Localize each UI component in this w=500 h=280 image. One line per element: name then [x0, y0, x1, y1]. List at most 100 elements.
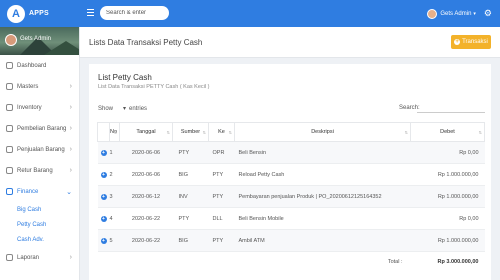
chevron-right-icon: ›	[69, 104, 72, 111]
petty-cash-table: No ⇅ Tanggal ⇅ Sumber ⇅ Ke ⇅ Deskripsi ⇅ Debe…	[97, 122, 485, 272]
cell-no: 3	[109, 185, 120, 208]
sidebar-subitem-cash-adv[interactable]: Cash Adv.	[0, 232, 79, 247]
show-label: Show	[98, 105, 114, 112]
cell-no: 5	[109, 229, 120, 252]
sidebar-subitem-big-cash[interactable]: Big Cash	[0, 202, 79, 217]
sidebar-item-dashboard[interactable]: Dashboard	[0, 55, 79, 76]
table-search-input[interactable]	[417, 112, 485, 113]
sidebar-item-masters[interactable]: Masters ›	[0, 76, 79, 97]
report-icon	[6, 254, 13, 261]
profile-name: Gets Admin	[20, 36, 52, 42]
cell-deskripsi: Pembayaran penjualan Produk | PO_2020061…	[234, 185, 411, 208]
cell-deskripsi: Ambil ATM	[234, 229, 411, 252]
table-row[interactable]: + 4 2020-06-22 PTY DLL Beli Bensin Mobil…	[97, 207, 485, 230]
cell-tanggal: 2020-06-06	[119, 141, 173, 164]
card-title: List Petty Cash	[98, 73, 152, 82]
col-debet[interactable]: Debet ⇅	[410, 122, 485, 142]
petty-cash-card: List Petty Cash List Data Transaksi PETT…	[89, 64, 491, 280]
col-label: Debet	[440, 129, 455, 135]
entries-length-control: Show ▾ entries	[98, 105, 147, 113]
col-label: Ke	[218, 129, 225, 135]
top-navbar: A APPS Gets Admin ▾ ⚙	[0, 0, 500, 27]
chevron-down-icon: ⌄	[66, 188, 72, 196]
total-row: Total : Rp 3.000.000,00	[98, 252, 485, 272]
cell-debet: Rp 1.000.000,00	[410, 163, 485, 186]
table-row[interactable]: + 2 2020-06-06 BIG PTY Reload Petty Cash…	[97, 163, 485, 186]
expand-row-icon[interactable]: +	[100, 193, 107, 200]
col-tanggal[interactable]: Tanggal ⇅	[119, 122, 173, 142]
profile-avatar	[5, 34, 17, 46]
expand-row-icon[interactable]: +	[100, 237, 107, 244]
cell-deskripsi: Reload Petty Cash	[234, 163, 411, 186]
sort-icon: ⇅	[404, 130, 408, 135]
col-control	[97, 122, 110, 142]
sidebar-item-laporan[interactable]: Laporan ›	[0, 247, 79, 268]
cell-debet: Rp 0,00	[410, 141, 485, 164]
sidebar-menu: Dashboard Masters › Inventory › Pembelian …	[0, 55, 79, 202]
chevron-down-icon: ▾	[473, 10, 476, 17]
sidebar-item-penjualan[interactable]: Penjualan Barang ›	[0, 139, 79, 160]
brand-name: APPS	[29, 10, 49, 17]
sidebar-item-pembelian[interactable]: Pembelian Barang ›	[0, 118, 79, 139]
user-avatar	[427, 8, 438, 19]
sidebar: Gets Admin Dashboard Masters › Inventory ›…	[0, 27, 80, 280]
expand-row-icon[interactable]: +	[100, 149, 107, 156]
cell-no: 2	[109, 163, 120, 186]
search-input[interactable]	[100, 6, 169, 20]
hamburger-menu-icon[interactable]	[87, 9, 94, 17]
brand[interactable]: A APPS	[0, 0, 80, 27]
col-label: Tanggal	[136, 129, 156, 135]
sort-icon: ⇅	[113, 130, 117, 135]
finance-icon	[6, 188, 13, 195]
cell-deskripsi: Beli Bensin	[234, 141, 411, 164]
return-icon	[6, 167, 13, 174]
cell-debet: Rp 0,00	[410, 207, 485, 230]
expand-row-icon[interactable]: +	[100, 215, 107, 222]
expand-row-icon[interactable]: +	[100, 171, 107, 178]
sidebar-item-label: Penjualan Barang	[17, 146, 65, 153]
add-transaction-button[interactable]: + Transaksi	[451, 35, 491, 49]
col-ke[interactable]: Ke ⇅	[208, 122, 235, 142]
cell-no: 4	[109, 207, 120, 230]
cell-tanggal: 2020-06-22	[119, 229, 173, 252]
entries-select[interactable]: ▾	[123, 105, 126, 112]
sidebar-item-retur[interactable]: Retur Barang ›	[0, 160, 79, 181]
col-sumber[interactable]: Sumber ⇅	[172, 122, 209, 142]
cell-tanggal: 2020-06-12	[119, 185, 173, 208]
table-row[interactable]: + 5 2020-06-22 BIG PTY Ambil ATM Rp 1.00…	[97, 229, 485, 252]
cell-tanggal: 2020-06-22	[119, 207, 173, 230]
sidebar-item-label: Laporan	[17, 254, 40, 261]
chevron-right-icon: ›	[69, 146, 72, 153]
table-row[interactable]: + 3 2020-06-12 INV PTY Pembayaran penjua…	[97, 185, 485, 208]
sort-icon: ⇅	[228, 130, 232, 135]
cell-ke: OPR	[208, 141, 235, 164]
gear-icon[interactable]: ⚙	[484, 8, 492, 19]
chevron-right-icon: ›	[69, 125, 72, 132]
card-subtitle: List Data Transaksi PETTY Cash ( Kas Kec…	[98, 84, 210, 90]
cell-sumber: BIG	[172, 229, 209, 252]
total-value: Rp 3.000.000,00	[437, 258, 479, 265]
sidebar-menu-bottom: Laporan ›	[0, 247, 79, 268]
col-label: Deskripsi	[311, 129, 334, 135]
cell-no: 1	[109, 141, 120, 164]
dashboard-icon	[6, 62, 13, 69]
inventory-icon	[6, 104, 13, 111]
cell-ke: DLL	[208, 207, 235, 230]
user-menu[interactable]: Gets Admin ▾ ⚙	[427, 0, 492, 27]
col-no[interactable]: No ⇅	[109, 122, 120, 142]
sidebar-item-inventory[interactable]: Inventory ›	[0, 97, 79, 118]
sidebar-item-finance[interactable]: Finance ⌄	[0, 181, 79, 202]
col-deskripsi[interactable]: Deskripsi ⇅	[234, 122, 411, 142]
sidebar-item-label: Retur Barang	[17, 167, 53, 174]
sort-icon: ⇅	[166, 130, 170, 135]
sidebar-subitem-petty-cash[interactable]: Petty Cash	[0, 217, 79, 232]
table-row[interactable]: + 1 2020-06-06 PTY OPR Beli Bensin Rp 0,…	[97, 141, 485, 164]
cell-deskripsi: Beli Bensin Mobile	[234, 207, 411, 230]
page-header: Lists Data Transaksi Petty Cash + Transa…	[80, 27, 500, 58]
table-search-label: Search:	[399, 105, 420, 111]
cell-tanggal: 2020-06-06	[119, 163, 173, 186]
chevron-right-icon: ›	[69, 83, 72, 90]
sort-icon: ⇅	[478, 130, 482, 135]
plus-icon: +	[454, 39, 461, 45]
cell-ke: PTY	[208, 185, 235, 208]
